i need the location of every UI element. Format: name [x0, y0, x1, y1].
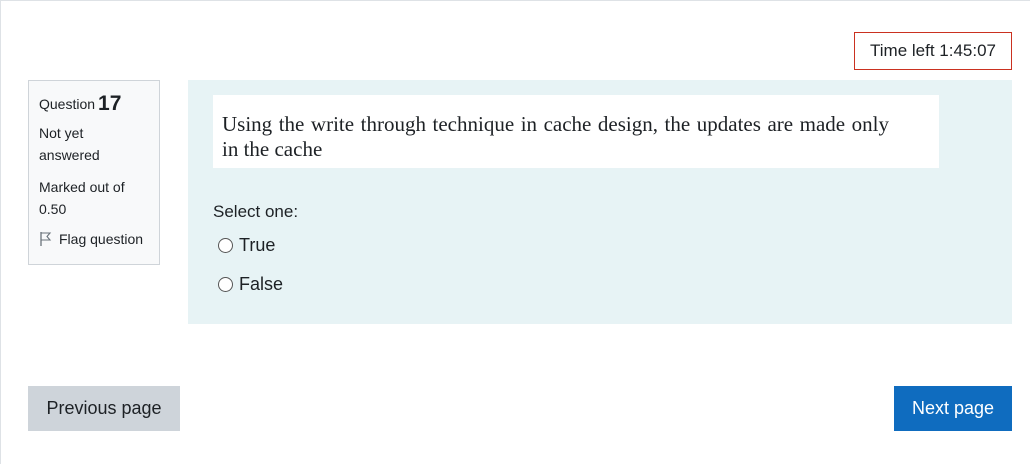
question-content: Using the write through technique in cac…: [188, 80, 1012, 324]
answer-option-false[interactable]: False: [218, 273, 283, 295]
question-label: Question: [39, 96, 96, 112]
answer-label: True: [239, 235, 276, 255]
flag-question-link[interactable]: Flag question: [39, 229, 159, 249]
question-state: Not yet answered: [39, 125, 100, 163]
question-number: Question 17: [39, 92, 159, 116]
flag-outline-icon: [39, 231, 53, 247]
question-number-value: 17: [98, 92, 122, 115]
radio-button[interactable]: [218, 276, 233, 292]
question-grade: Marked out of 0.50: [39, 179, 125, 217]
radio-button[interactable]: [218, 237, 233, 253]
time-left-indicator: Time left 1:45:07: [854, 32, 1012, 70]
answer-prompt: Select one:: [213, 202, 299, 221]
flag-question-label: Flag question: [59, 231, 144, 247]
question-info-panel: Question 17 Not yet answered Marked out o…: [28, 80, 160, 265]
next-page-button[interactable]: Next page: [894, 386, 1012, 431]
quiz-page: Time left 1:45:07 Question 17 Not yet ans…: [0, 0, 1030, 464]
answer-label: False: [239, 274, 284, 294]
answer-option-true[interactable]: True: [218, 234, 275, 256]
previous-page-button[interactable]: Previous page: [28, 386, 180, 431]
question-text: Using the write through technique in cac…: [213, 95, 939, 168]
